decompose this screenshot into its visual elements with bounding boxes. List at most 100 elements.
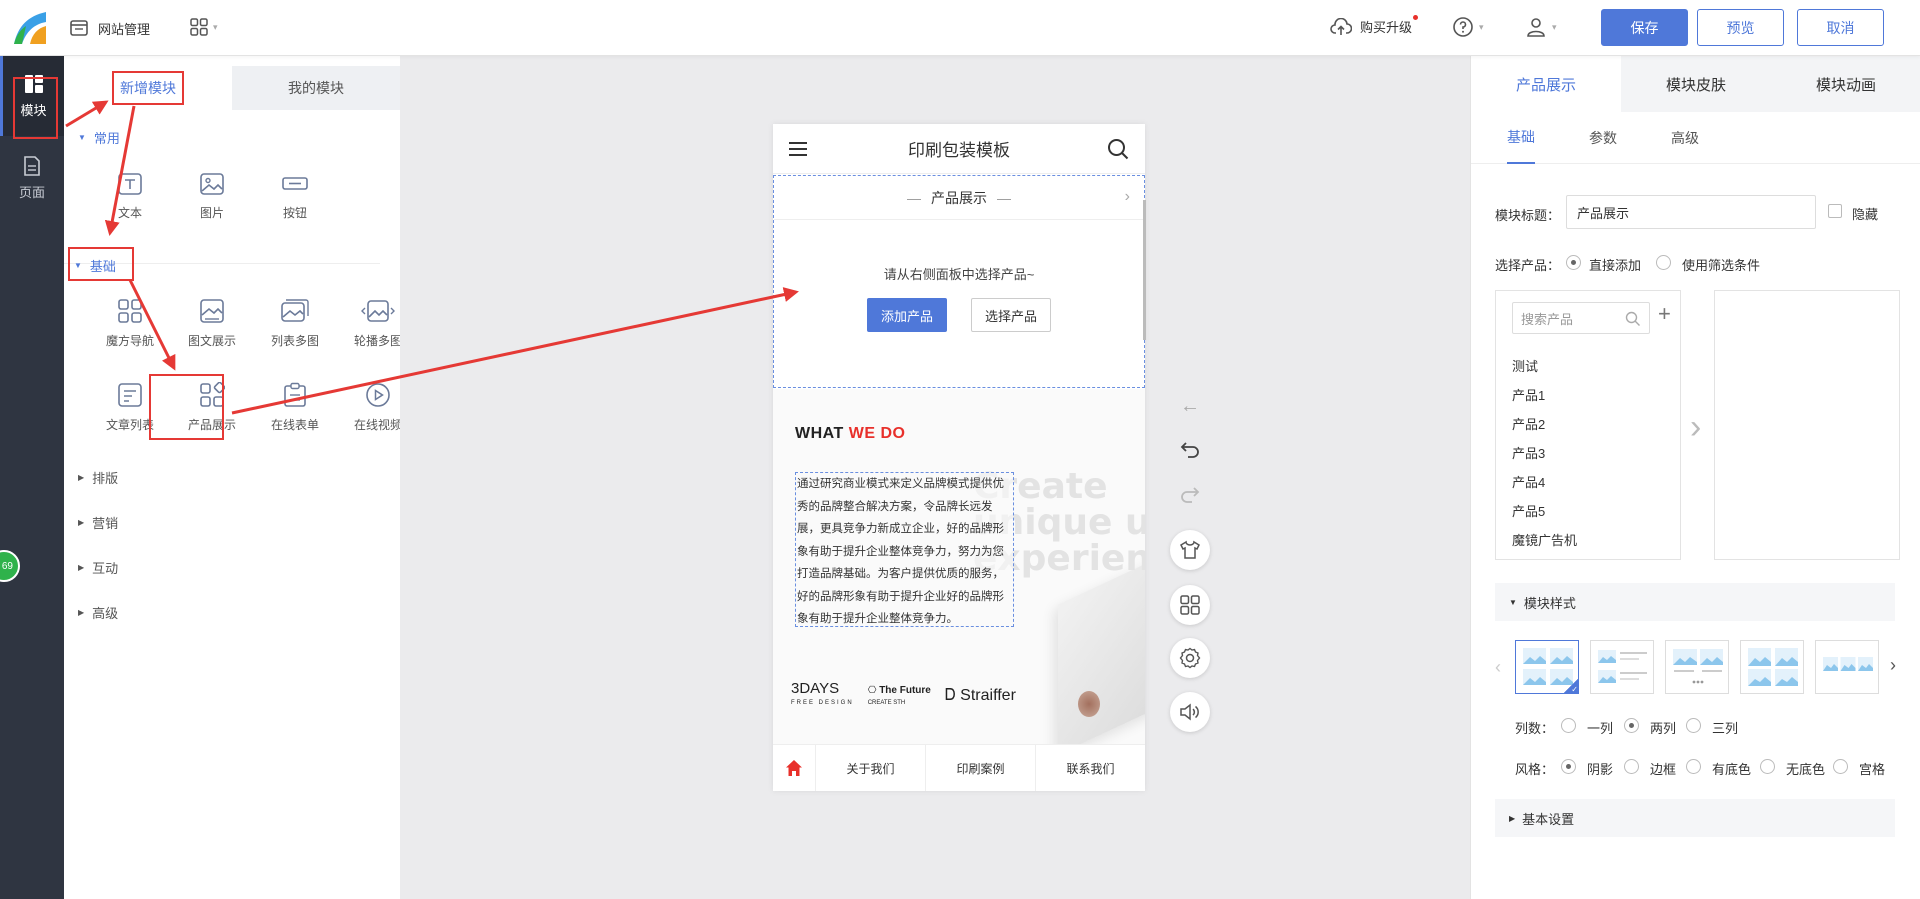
module-online-form[interactable]: 在线表单 <box>257 382 333 452</box>
tab-product-display[interactable]: 产品展示 <box>1471 56 1621 112</box>
module-list-images[interactable]: 列表多图 <box>257 298 333 368</box>
radio-bg-color-label: 有底色 <box>1712 762 1752 777</box>
transfer-arrow-icon[interactable]: › <box>1690 408 1701 447</box>
radio-bg-color[interactable] <box>1686 759 1701 774</box>
radio-grid[interactable] <box>1833 759 1848 774</box>
chevron-right-icon[interactable]: › <box>1125 188 1130 206</box>
nav-about[interactable]: 关于我们 <box>815 744 925 791</box>
page-icon <box>24 155 40 176</box>
section-basic[interactable]: ▼ 基础 <box>68 247 134 281</box>
radio-direct-add-label: 直接添加 <box>1589 258 1642 273</box>
module-image[interactable]: 图片 <box>174 172 250 242</box>
redo-icon[interactable] <box>1180 485 1200 509</box>
list-item[interactable]: 产品2 <box>1512 414 1545 433</box>
app-logo[interactable] <box>10 8 50 48</box>
settings-tool-button[interactable] <box>1170 638 1210 678</box>
section-common[interactable]: ▼ 常用 <box>78 128 120 147</box>
nav-cases[interactable]: 印刷案例 <box>925 744 1035 791</box>
module-style-header[interactable]: ▼ 模块样式 <box>1495 583 1895 621</box>
menu-icon[interactable] <box>789 142 807 156</box>
buy-upgrade-link[interactable]: 购买升级 <box>1330 15 1419 36</box>
module-online-video-label: 在线视频 <box>353 418 402 432</box>
search-icon[interactable] <box>1625 311 1641 327</box>
list-item[interactable]: 产品3 <box>1512 443 1545 462</box>
section-interaction[interactable]: ▶ 互动 <box>78 558 118 577</box>
module-product-display[interactable]: 产品展示 <box>174 382 250 452</box>
list-item[interactable]: 产品4 <box>1512 472 1545 491</box>
choose-product-button[interactable]: 选择产品 <box>971 298 1051 332</box>
rail-item-page[interactable]: 页面 <box>0 138 64 218</box>
what-we-do-section[interactable]: Create unique user experience WHAT WE DO… <box>773 389 1145 744</box>
tab-my-module[interactable]: 我的模块 <box>232 66 400 110</box>
site-manage-link[interactable]: 网站管理 <box>70 18 150 38</box>
radio-two-col[interactable] <box>1624 718 1639 733</box>
style-thumb[interactable] <box>1815 640 1879 694</box>
title-dash: — <box>997 189 1011 206</box>
home-icon[interactable] <box>773 759 815 777</box>
tab-new-module[interactable]: 新增模块 <box>64 66 232 110</box>
rail-item-module[interactable]: 模块 <box>0 56 64 139</box>
nav-contact[interactable]: 联系我们 <box>1035 744 1145 791</box>
undo-icon[interactable] <box>1180 440 1200 464</box>
section-marketing[interactable]: ▶ 营销 <box>78 513 118 532</box>
section-advanced[interactable]: ▶ 高级 <box>78 603 118 622</box>
style-thumb[interactable] <box>1665 640 1729 694</box>
radio-two-col-label: 两列 <box>1650 721 1677 736</box>
hide-label: 隐藏 <box>1852 207 1879 222</box>
preview-button[interactable]: 预览 <box>1697 9 1784 46</box>
radio-direct-add[interactable] <box>1566 255 1581 270</box>
style-thumb[interactable] <box>1515 640 1579 694</box>
hide-checkbox[interactable] <box>1828 204 1842 218</box>
section-layout[interactable]: ▶ 排版 <box>78 468 118 487</box>
tab-module-skin[interactable]: 模块皮肤 <box>1621 56 1771 112</box>
subtab-advanced[interactable]: 高级 <box>1671 112 1699 164</box>
module-title-label: 模块标题： <box>1495 208 1561 223</box>
list-item[interactable]: 产品5 <box>1512 501 1545 520</box>
module-image-text[interactable]: 图文展示 <box>174 298 250 368</box>
product-search-input[interactable]: 搜索产品 <box>1512 302 1650 334</box>
what-we-do-text[interactable]: 通过研究商业模式来定义品牌模式提供优秀的品牌整合解决方案，令品牌长远发展，更具竞… <box>795 472 1014 627</box>
product-display-icon <box>200 382 225 407</box>
apps-menu[interactable]: ▾ <box>190 18 218 36</box>
caret-right-icon: ▶ <box>78 518 85 527</box>
thumb-prev-icon[interactable]: ‹ <box>1495 657 1501 678</box>
radio-shadow[interactable] <box>1561 759 1576 774</box>
brand-3days-name: 3DAYS <box>791 680 840 697</box>
back-arrow-icon[interactable]: ← <box>1180 395 1200 418</box>
module-article-list-label: 文章列表 <box>105 418 154 432</box>
help-menu[interactable]: ▾ <box>1452 16 1484 38</box>
thumb-next-icon[interactable]: › <box>1890 655 1896 676</box>
module-cube-nav[interactable]: 魔方导航 <box>92 298 168 368</box>
module-button[interactable]: 按钮 <box>257 172 333 242</box>
radio-one-col[interactable] <box>1561 718 1576 733</box>
cancel-button[interactable]: 取消 <box>1797 9 1884 46</box>
style-thumb[interactable] <box>1740 640 1804 694</box>
search-icon[interactable] <box>1107 138 1129 160</box>
module-text[interactable]: 文本 <box>92 172 168 242</box>
clipboard-icon <box>284 382 306 407</box>
product-module[interactable]: — 产品展示 — › 请从右侧面板中选择产品~ 添加产品 选择产品 <box>773 175 1145 388</box>
user-menu[interactable]: ▾ <box>1525 16 1557 38</box>
list-item[interactable]: 魔镜广告机 <box>1512 530 1577 549</box>
audio-tool-button[interactable] <box>1170 692 1210 732</box>
save-button[interactable]: 保存 <box>1601 9 1688 46</box>
basic-settings-header[interactable]: ▶ 基本设置 <box>1495 799 1895 837</box>
radio-three-col[interactable] <box>1686 718 1701 733</box>
radio-filter[interactable] <box>1656 255 1671 270</box>
radio-no-bg[interactable] <box>1760 759 1775 774</box>
add-product-icon[interactable]: + <box>1658 301 1671 327</box>
style-thumb[interactable] <box>1590 640 1654 694</box>
tab-module-animation[interactable]: 模块动画 <box>1771 56 1920 112</box>
module-title-input[interactable]: 产品展示 <box>1566 195 1816 229</box>
grid-icon <box>190 18 208 36</box>
skin-tool-button[interactable] <box>1170 530 1210 570</box>
subtab-basic[interactable]: 基础 <box>1507 112 1535 164</box>
module-article-list[interactable]: 文章列表 <box>92 382 168 452</box>
module-tool-button[interactable] <box>1170 585 1210 625</box>
list-item[interactable]: 测试 <box>1512 356 1538 375</box>
add-product-button[interactable]: 添加产品 <box>867 298 947 332</box>
subtab-params[interactable]: 参数 <box>1589 112 1617 164</box>
radio-border[interactable] <box>1624 759 1639 774</box>
phone-scrollbar[interactable] <box>1143 200 1146 340</box>
list-item[interactable]: 产品1 <box>1512 385 1545 404</box>
